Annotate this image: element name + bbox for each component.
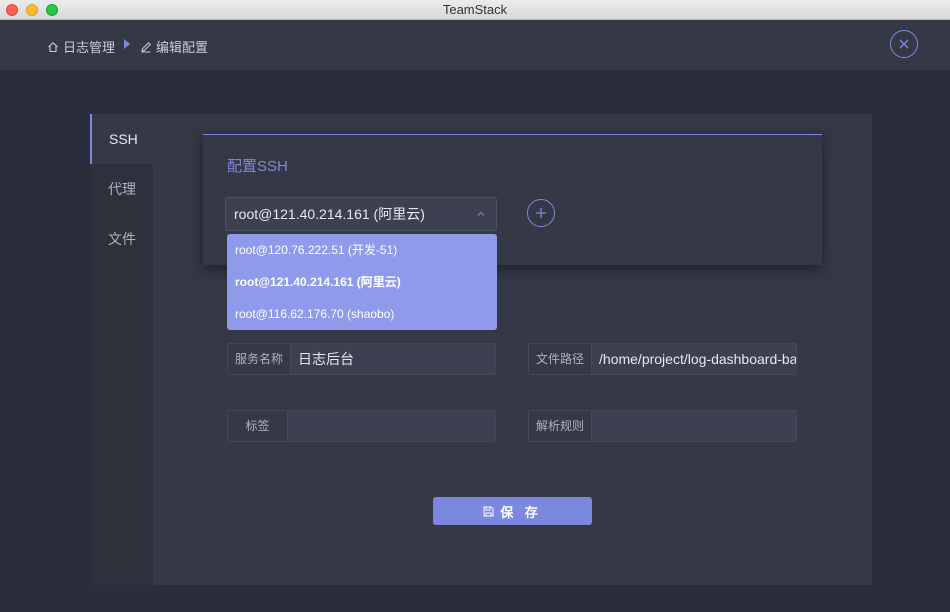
parse-rule-field[interactable]: 解析规则 (528, 410, 797, 442)
file-path-field[interactable]: 文件路径 /home/project/log-dashboard-ba (528, 343, 797, 375)
ssh-host-dropdown: root@120.76.222.51 (开发-51) root@121.40.2… (227, 234, 497, 330)
save-icon (483, 506, 494, 516)
config-sidebar: SSH 代理 文件 (90, 114, 153, 585)
breadcrumb-home-label: 日志管理 (63, 40, 116, 55)
window-titlebar: TeamStack (0, 0, 950, 20)
service-name-label: 服务名称 (228, 344, 292, 374)
sidebar-item-proxy[interactable]: 代理 (90, 164, 153, 214)
file-path-label: 文件路径 (529, 344, 593, 374)
ssh-card-title: 配置SSH (227, 158, 288, 175)
ssh-host-option[interactable]: root@116.62.176.70 (shaobo) (227, 298, 497, 330)
edit-icon (141, 41, 151, 52)
save-label: 保 存 (500, 504, 542, 520)
breadcrumb-home[interactable]: 日志管理 (47, 37, 115, 56)
sidebar-item-ssh[interactable]: SSH (90, 114, 153, 164)
home-icon (48, 41, 58, 52)
ssh-host-option[interactable]: root@120.76.222.51 (开发-51) (227, 234, 497, 266)
tag-label: 标签 (228, 411, 288, 441)
sidebar-item-file[interactable]: 文件 (90, 214, 153, 264)
service-name-field[interactable]: 服务名称 日志后台 (227, 343, 496, 375)
ssh-host-select[interactable]: root@121.40.214.161 (阿里云) (225, 197, 497, 231)
service-name-input[interactable]: 日志后台 (291, 349, 495, 369)
tag-field[interactable]: 标签 (227, 410, 496, 442)
breadcrumb-current-label: 编辑配置 (156, 40, 209, 55)
parse-rule-label: 解析规则 (529, 411, 593, 441)
ssh-host-option[interactable]: root@121.40.214.161 (阿里云) (227, 266, 497, 298)
page-header: 日志管理 编辑配置 (0, 20, 950, 70)
breadcrumb-current: 编辑配置 (140, 37, 208, 56)
add-ssh-button[interactable] (527, 199, 555, 227)
window-title: TeamStack (442, 2, 508, 17)
ssh-host-selected: root@121.40.214.161 (阿里云) (234, 206, 425, 222)
chevron-up-icon (477, 211, 485, 216)
save-button[interactable]: 保 存 (433, 497, 592, 525)
file-path-input[interactable]: /home/project/log-dashboard-ba (592, 351, 796, 367)
caret-right-icon (124, 39, 130, 49)
close-button[interactable] (890, 30, 918, 58)
plus-icon (536, 208, 546, 218)
close-icon (899, 39, 909, 49)
